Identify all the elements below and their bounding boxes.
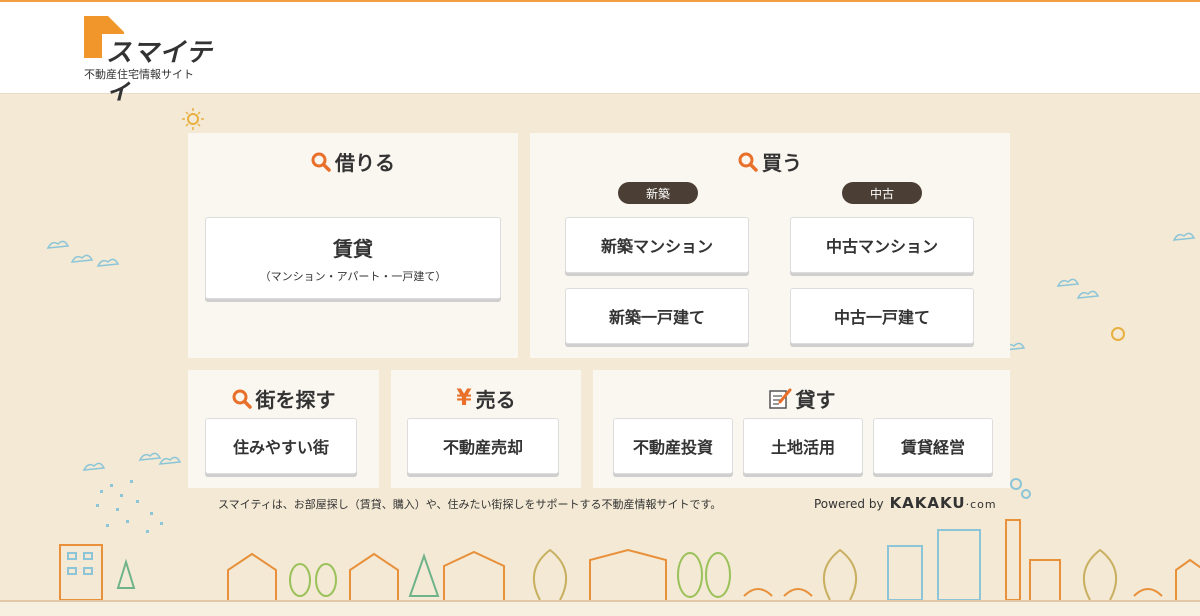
search-icon (738, 152, 758, 172)
town-panel: 街を探す 住みやすい街 (188, 370, 379, 488)
property-sale-label: 不動産売却 (442, 438, 523, 457)
kakaku-logo-suffix: ·com (965, 498, 997, 511)
site-logo[interactable]: スマイティ 不動産住宅情報サイト (84, 16, 224, 105)
used-house-label: 中古一戸建て (833, 308, 930, 327)
new-mansion-label: 新築マンション (600, 237, 713, 256)
site-description: スマイティは、お部屋探し（賃貸、購入）や、住みたい街探しをサポートする不動産情報… (218, 498, 722, 511)
lend-panel: 貸す 不動産投資 土地活用 賃貸経営 (593, 370, 1010, 488)
property-sale-button[interactable]: 不動産売却 (407, 418, 559, 474)
lend-title-label: 貸す (795, 388, 836, 412)
kakaku-logo: KAKAKU·com (890, 494, 997, 512)
tag-new: 新築 (618, 182, 698, 204)
bee-icon (1111, 327, 1125, 341)
sell-title: ¥ 売る (391, 384, 581, 413)
used-house-button[interactable]: 中古一戸建て (790, 288, 974, 344)
livable-town-label: 住みやすい街 (232, 438, 329, 457)
rent-title-label: 借りる (335, 151, 395, 175)
livable-town-button[interactable]: 住みやすい街 (205, 418, 357, 474)
dots-decoration (96, 480, 163, 533)
rental-button-sublabel: （マンション・アパート・一戸建て） (259, 269, 447, 283)
powered-by-label: Powered by (814, 497, 884, 511)
buy-title: 買う (530, 147, 1010, 176)
powered-by[interactable]: Powered by KAKAKU·com (814, 494, 997, 512)
sell-panel: ¥ 売る 不動産売却 (391, 370, 581, 488)
memo-pen-icon (768, 388, 791, 409)
sell-title-label: 売る (475, 388, 516, 412)
yen-icon: ¥ (456, 386, 472, 411)
used-mansion-label: 中古マンション (825, 237, 938, 256)
rental-management-label: 賃貸経営 (900, 438, 965, 457)
new-mansion-button[interactable]: 新築マンション (565, 217, 749, 273)
lend-title: 貸す (593, 384, 1010, 413)
rental-button[interactable]: 賃貸 （マンション・アパート・一戸建て） (205, 217, 501, 299)
kakaku-logo-text: KAKAKU (889, 494, 966, 512)
tag-used: 中古 (842, 182, 922, 204)
rental-button-label: 賃貸 (333, 236, 373, 261)
site-header: スマイティ 不動産住宅情報サイト (0, 2, 1200, 105)
land-use-button[interactable]: 土地活用 (743, 418, 863, 474)
town-title-label: 街を探す (255, 388, 336, 412)
town-title: 街を探す (188, 384, 379, 413)
investment-button[interactable]: 不動産投資 (613, 418, 733, 474)
rent-panel: 借りる 賃貸 （マンション・アパート・一戸建て） (188, 133, 518, 358)
ground-strip (0, 600, 1200, 616)
land-use-label: 土地活用 (770, 438, 835, 457)
search-icon (311, 152, 331, 172)
used-mansion-button[interactable]: 中古マンション (790, 217, 974, 273)
new-house-button[interactable]: 新築一戸建て (565, 288, 749, 344)
logo-subtitle: 不動産住宅情報サイト (84, 68, 194, 81)
rental-management-button[interactable]: 賃貸経営 (873, 418, 993, 474)
rent-title: 借りる (188, 147, 518, 176)
new-house-label: 新築一戸建て (608, 308, 705, 327)
investment-label: 不動産投資 (632, 438, 713, 457)
buy-title-label: 買う (762, 151, 802, 175)
buy-panel: 買う 新築 中古 新築マンション 中古マンション 新築一戸建て 中古一戸建て (530, 133, 1010, 358)
search-icon (232, 389, 252, 409)
sun-icon (182, 108, 204, 130)
